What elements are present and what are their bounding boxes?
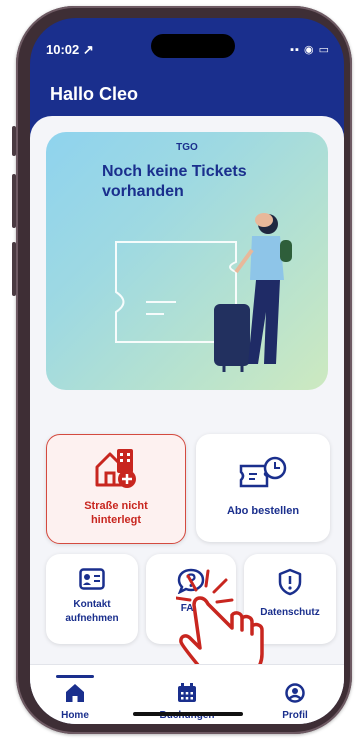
contact-card-icon (79, 568, 105, 590)
tile-contact-label: Kontakt aufnehmen (65, 599, 119, 624)
app-screen: 10:02 ↗ ▪▪ ◉ ▭ Hallo Cleo TGO Noch keine… (30, 18, 344, 724)
side-button-action (12, 126, 16, 156)
dynamic-island (151, 34, 235, 58)
tile-order-subscription[interactable]: Abo bestellen (196, 434, 330, 542)
tab-home-label: Home (61, 710, 89, 721)
home-icon (66, 684, 84, 702)
tile-contact[interactable]: Kontakt aufnehmen (46, 554, 138, 644)
ticket-refresh-icon (239, 456, 287, 488)
traveler-illustration (214, 213, 292, 372)
tab-home[interactable]: Home (30, 675, 120, 721)
status-time: 10:02 ↗ (46, 42, 94, 57)
tab-profile[interactable]: Profil (250, 675, 340, 721)
side-button-volume-down (12, 242, 16, 296)
tile-street-missing[interactable]: Straße nicht hinterlegt (46, 434, 186, 544)
tab-active-indicator (56, 675, 94, 678)
shield-icon (278, 568, 302, 596)
calendar-icon (178, 683, 196, 702)
tab-profile-label: Profil (282, 710, 308, 721)
house-plus-icon (95, 449, 136, 488)
tile-street-missing-label: Straße nicht hinterlegt (84, 500, 148, 526)
profile-icon (285, 683, 305, 703)
side-button-volume-up (12, 174, 16, 228)
tile-order-subscription-label: Abo bestellen (226, 505, 300, 517)
home-indicator[interactable] (133, 712, 243, 716)
status-icons: ▪▪ ◉ ▭ (290, 44, 330, 56)
main-content: TGO Noch keine Tickets vorhanden Straße … (30, 116, 344, 724)
greeting-title: Hallo Cleo (50, 84, 139, 104)
tickets-empty-banner: TGO Noch keine Tickets vorhanden (46, 132, 328, 390)
